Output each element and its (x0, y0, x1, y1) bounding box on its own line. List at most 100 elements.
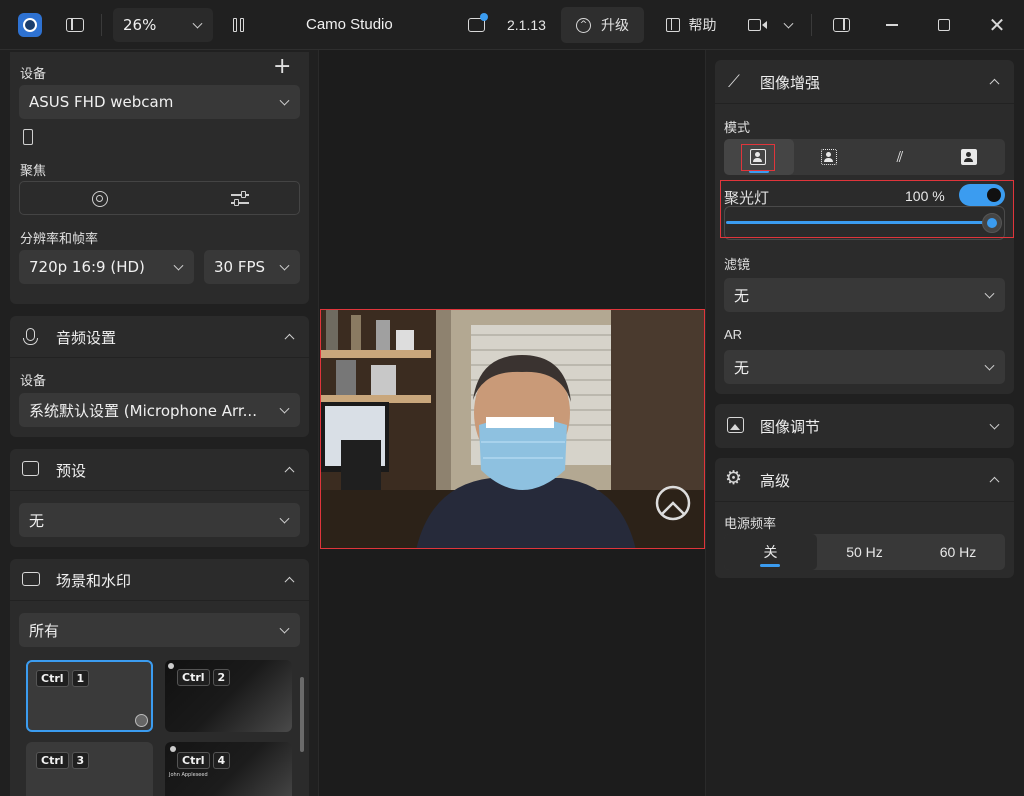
tile-avatar-icon (168, 663, 174, 669)
resolution-label: 分辨率和帧率 (20, 232, 99, 247)
audio-header[interactable]: 音频设置 (10, 316, 309, 358)
background-replace-icon[interactable]: ⫽ (891, 148, 909, 166)
power-option-60hz-label: 60 Hz (939, 544, 977, 560)
filter-select[interactable]: 无 (724, 278, 1005, 312)
help-button[interactable]: 帮助 (656, 7, 726, 43)
close-icon[interactable]: ✕ (984, 12, 1010, 38)
audio-device-value: 系统默认设置 (Microphone Arr... (29, 401, 257, 420)
scene-number: 4 (212, 752, 231, 769)
image-adjust-card[interactable]: 图像调节 (715, 404, 1014, 448)
camera-settings-card: 设备 + ASUS FHD webcam 聚焦 分辨率和帧率 720p 16:9… (10, 52, 309, 304)
chevron-up-icon (284, 466, 295, 477)
scenes-filter-select[interactable]: 所有 (19, 613, 300, 647)
device-label: 设备 (20, 67, 47, 82)
minimize-icon[interactable] (880, 14, 904, 36)
fps-value: 30 FPS (214, 258, 266, 276)
ctrl-key: Ctrl (177, 669, 210, 686)
advanced-card: ⚙ 高级 电源频率 关 50 Hz 60 Hz (715, 458, 1014, 578)
power-option-off-label: 关 (763, 545, 778, 561)
background-blur-icon[interactable] (821, 149, 837, 165)
chevron-up-icon (284, 333, 295, 344)
app-logo-icon[interactable] (18, 13, 42, 37)
scrollbar-thumb[interactable] (300, 677, 304, 752)
panel-icon[interactable] (829, 14, 853, 36)
sidebar-toggle-icon[interactable] (62, 14, 88, 36)
ctrl-key: Ctrl (36, 670, 69, 687)
filter-label: 滤镜 (724, 258, 751, 273)
focus-control-group (19, 181, 300, 215)
audio-title: 音频设置 (56, 329, 117, 347)
fps-select[interactable]: 30 FPS (204, 250, 300, 284)
enhance-header[interactable]: ⟋ 图像增强 (715, 60, 1014, 104)
selected-indicator (760, 564, 780, 567)
focus-label: 聚焦 (20, 164, 47, 179)
chevron-down-icon (984, 288, 995, 299)
toolbar-divider (811, 14, 812, 36)
filter-value: 无 (734, 286, 750, 305)
auto-focus-icon[interactable] (92, 191, 108, 207)
resolution-value: 720p 16:9 (HD) (29, 258, 145, 276)
audio-device-select[interactable]: 系统默认设置 (Microphone Arr... (19, 393, 300, 427)
power-option-50hz-label: 50 Hz (846, 544, 883, 560)
camera-icon[interactable] (745, 14, 769, 36)
advanced-title: 高级 (760, 472, 791, 490)
image-icon (727, 417, 744, 433)
video-preview[interactable] (320, 309, 705, 549)
scene-tile-2[interactable]: Ctrl 2 (165, 660, 292, 732)
chevron-down-icon (989, 419, 1000, 430)
upgrade-label: 升级 (601, 18, 629, 34)
scene-tile-4[interactable]: Ctrl 4 John Appleseed (165, 742, 292, 796)
manual-focus-sliders-icon[interactable] (231, 190, 249, 208)
advanced-header[interactable]: ⚙ 高级 (715, 458, 1014, 502)
ar-select[interactable]: 无 (724, 350, 1005, 384)
power-option-off[interactable]: 关 (724, 534, 817, 570)
scene-number: 3 (71, 752, 90, 769)
audio-settings-card: 音频设置 设备 系统默认设置 (Microphone Arr... (10, 316, 309, 437)
background-hide-icon[interactable] (961, 149, 977, 165)
power-option-60hz[interactable]: 60 Hz (911, 534, 1005, 570)
resolution-select[interactable]: 720p 16:9 (HD) (19, 250, 194, 284)
chevron-down-icon (279, 260, 290, 271)
power-frequency-label: 电源频率 (724, 517, 777, 532)
scene-tile-3[interactable]: Ctrl 3 (26, 742, 153, 796)
presets-title: 预设 (56, 462, 87, 480)
book-icon (665, 18, 680, 32)
device-value: ASUS FHD webcam (29, 93, 174, 111)
help-label: 帮助 (688, 18, 717, 34)
scenes-header[interactable]: 场景和水印 (10, 559, 309, 601)
camera-menu-chevron[interactable] (778, 14, 798, 36)
zoom-select[interactable]: 26% (113, 8, 213, 42)
chevron-down-icon (173, 260, 184, 271)
device-select[interactable]: ASUS FHD webcam (19, 85, 300, 119)
tile-4-caption: John Appleseed (169, 772, 208, 778)
presets-card: 预设 无 (10, 449, 309, 547)
columns-icon[interactable] (226, 14, 250, 36)
mode-label: 模式 (724, 121, 751, 136)
add-device-button[interactable]: + (273, 54, 291, 79)
tile-avatar-icon (170, 746, 176, 752)
presets-select[interactable]: 无 (19, 503, 300, 537)
toolbar-divider (101, 14, 102, 36)
presets-header[interactable]: 预设 (10, 449, 309, 491)
usb-icon (23, 129, 33, 145)
upgrade-button[interactable]: ^ 升级 (561, 7, 644, 43)
adjust-title: 图像调节 (760, 418, 821, 436)
upgrade-icon: ^ (576, 17, 591, 33)
maximize-icon[interactable] (932, 14, 956, 36)
ar-label: AR (724, 327, 743, 342)
chevron-down-icon (279, 95, 290, 106)
scene-tile-1[interactable]: Ctrl 1 (26, 660, 153, 732)
scenes-title: 场景和水印 (56, 572, 132, 590)
scene-number: 1 (71, 670, 90, 687)
enhance-title: 图像增强 (760, 74, 821, 92)
chat-bubble-icon[interactable] (463, 13, 489, 37)
scenes-filter-value: 所有 (29, 621, 60, 640)
magic-wand-icon: ⟋ (728, 72, 740, 92)
camo-watermark-icon (135, 714, 148, 727)
ar-value: 无 (734, 358, 750, 377)
power-frequency-segmented: 关 50 Hz 60 Hz (724, 534, 1005, 570)
version-label[interactable]: 2.1.13 (507, 17, 546, 33)
power-option-50hz[interactable]: 50 Hz (818, 534, 911, 570)
presets-value: 无 (29, 511, 45, 530)
title-bar: 26% Camo Studio 2.1.13 ^ 升级 帮助 ✕ (0, 0, 1024, 50)
